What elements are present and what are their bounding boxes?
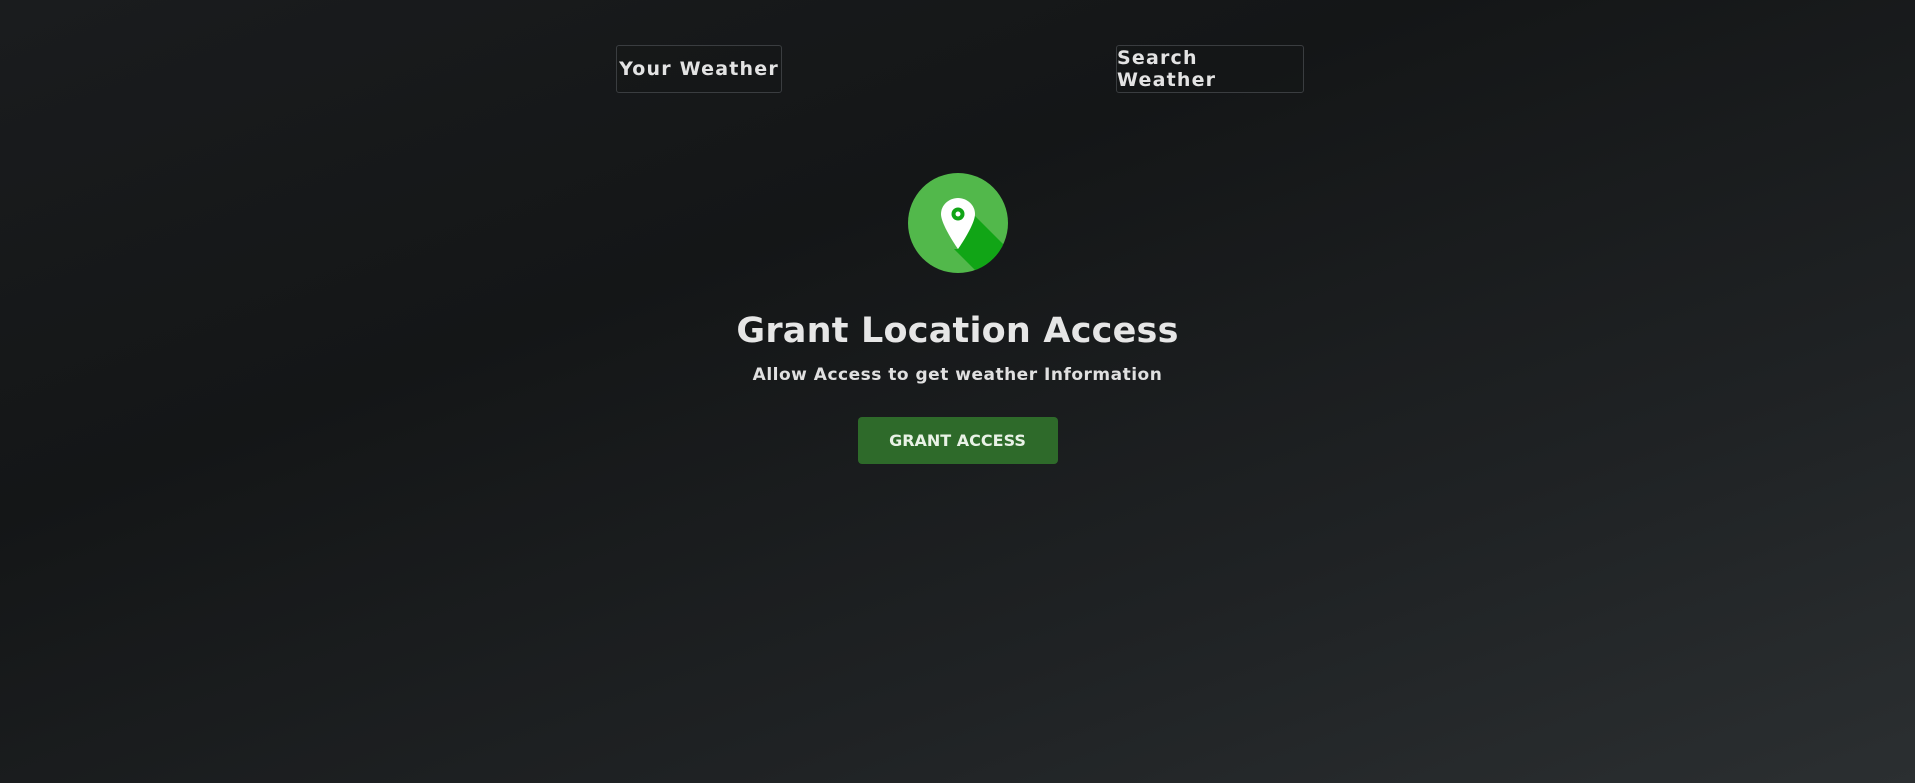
- grant-access-button-label: GRANT ACCESS: [889, 431, 1026, 450]
- tab-your-weather-label: Your Weather: [619, 58, 779, 80]
- tab-search-weather[interactable]: Search Weather: [1116, 45, 1304, 93]
- grant-access-button[interactable]: GRANT ACCESS: [857, 417, 1058, 464]
- location-pin-icon: [907, 173, 1008, 273]
- grant-location-container: Grant Location Access Allow Access to ge…: [0, 173, 1915, 464]
- grant-title: Grant Location Access: [736, 311, 1179, 351]
- grant-subtitle: Allow Access to get weather Information: [752, 365, 1163, 385]
- tab-your-weather[interactable]: Your Weather: [616, 45, 782, 93]
- tab-search-weather-label: Search Weather: [1117, 47, 1217, 91]
